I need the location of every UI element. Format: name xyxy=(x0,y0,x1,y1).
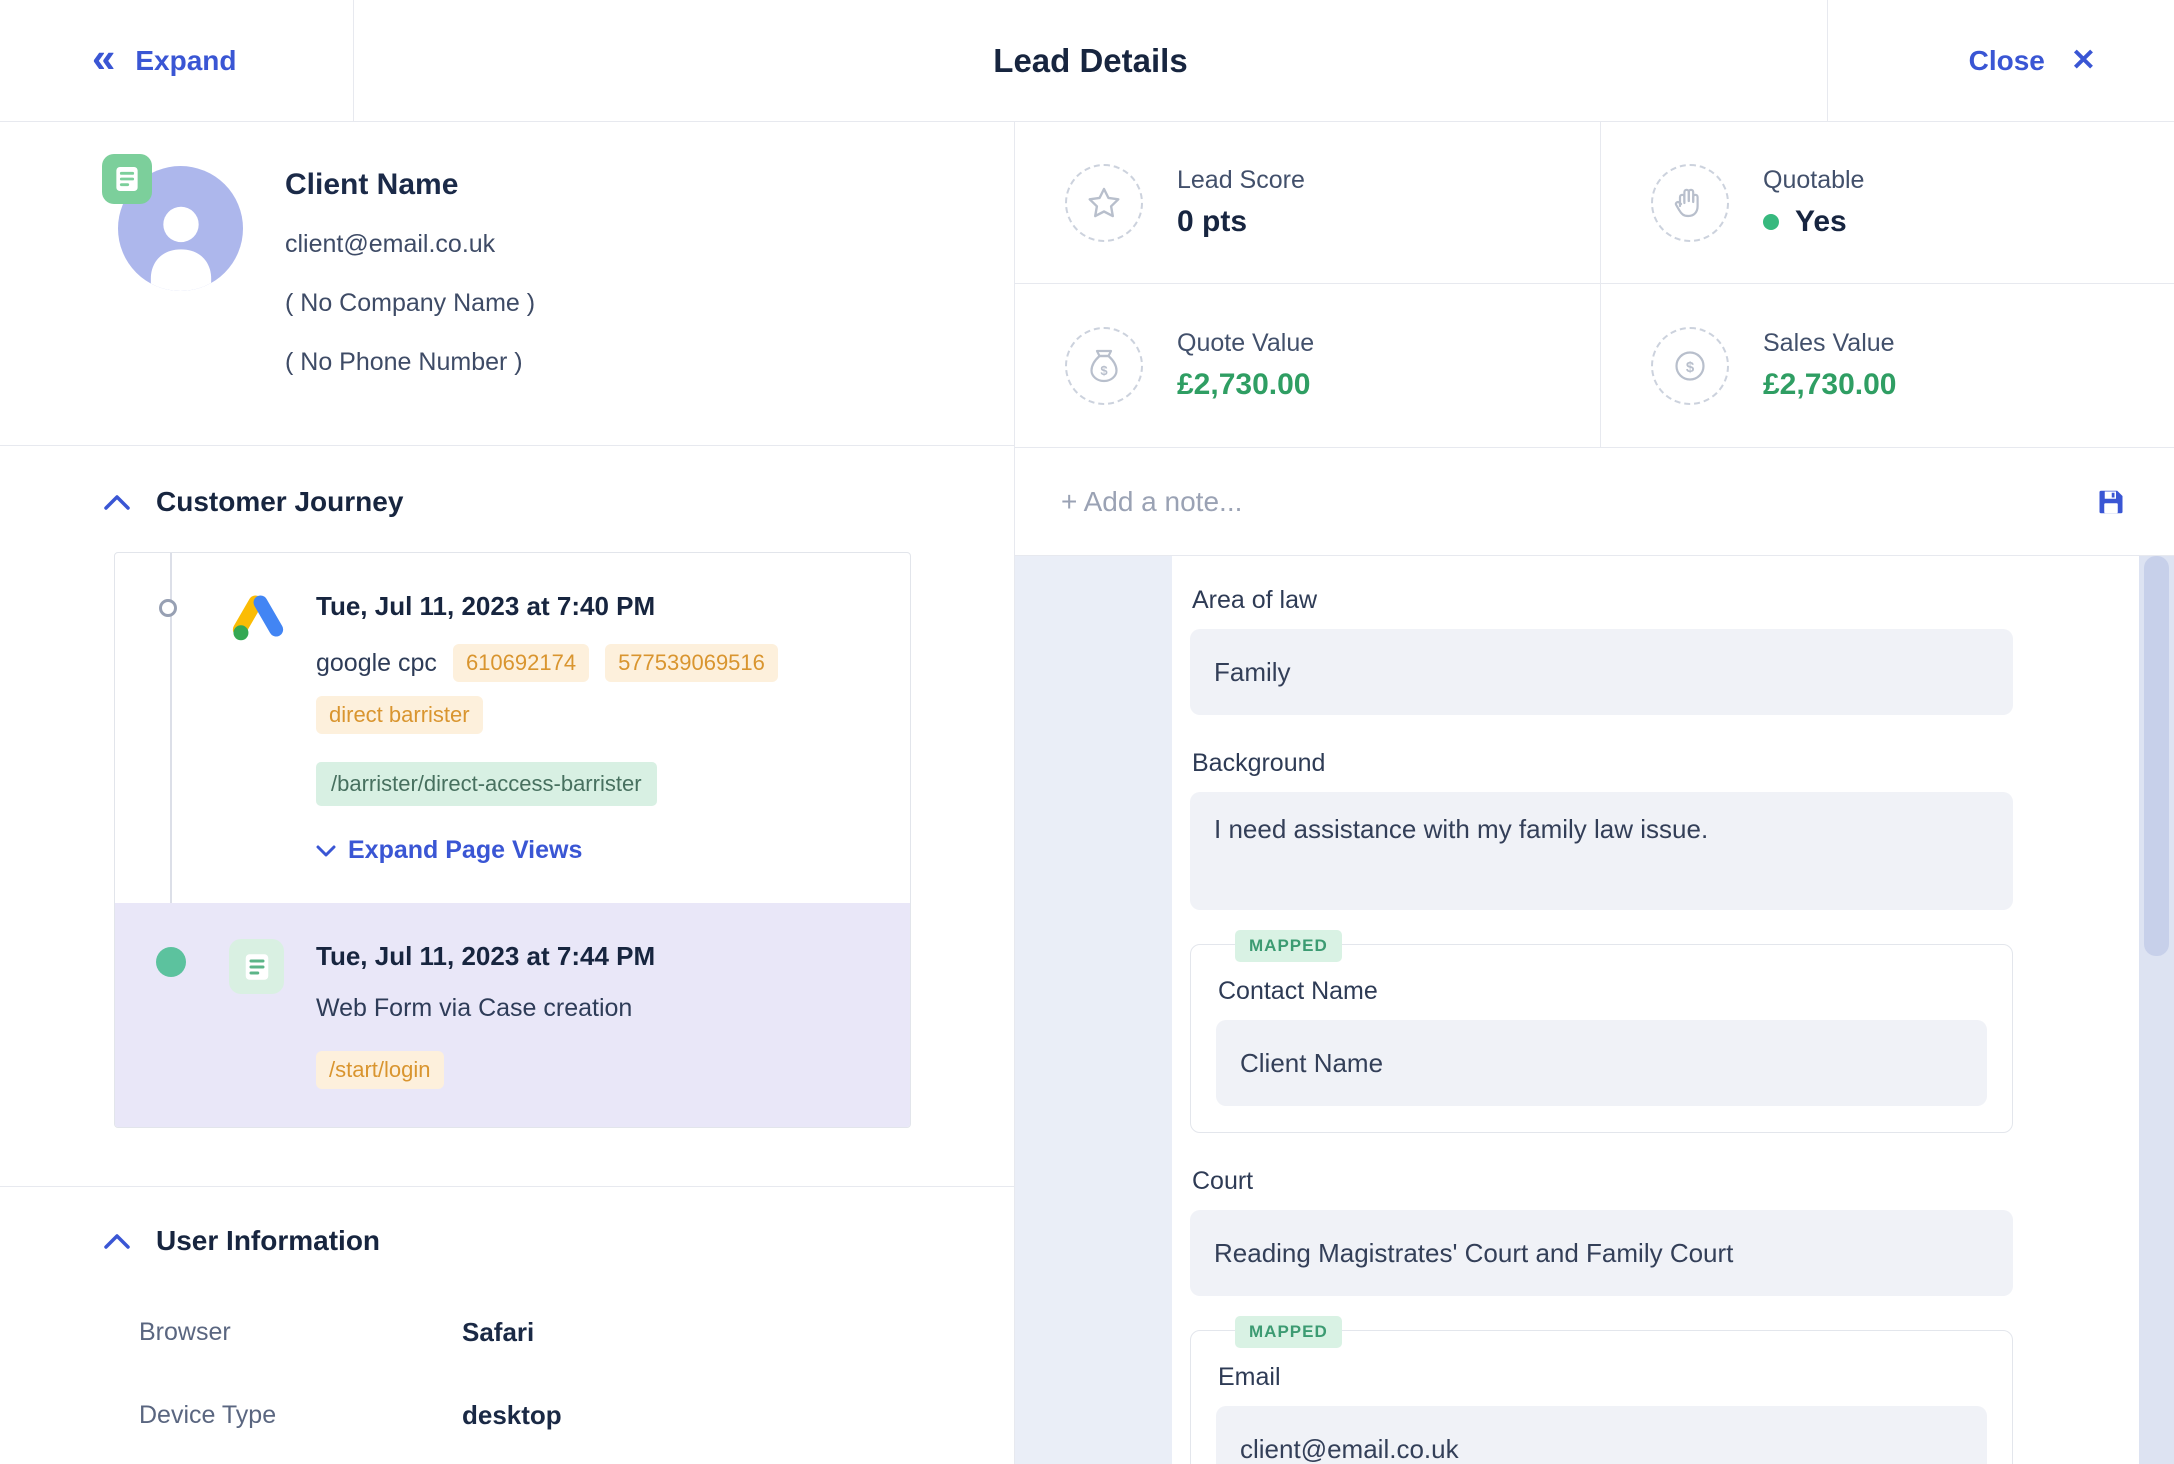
floppy-disk-icon xyxy=(2096,487,2126,517)
page-title: Lead Details xyxy=(993,42,1187,80)
client-name: Client Name xyxy=(285,168,535,202)
client-card: Client Name client@email.co.uk ( No Comp… xyxy=(0,122,1014,446)
svg-text:$: $ xyxy=(1100,363,1108,378)
keyword-badge: direct barrister xyxy=(316,696,483,734)
customer-journey-title: Customer Journey xyxy=(156,486,403,518)
stats-grid: Lead Score 0 pts Quotable xyxy=(1015,122,2174,448)
client-phone: ( No Phone Number ) xyxy=(285,348,535,377)
timeline-event-webform: Tue, Jul 11, 2023 at 7:44 PM Web Form vi… xyxy=(115,903,910,1127)
contact-name-input[interactable]: Client Name xyxy=(1216,1020,1987,1106)
right-column: Lead Score 0 pts Quotable xyxy=(1015,122,2174,1464)
area-of-law-input[interactable]: Family xyxy=(1190,629,2013,715)
mapped-group-contact-name: MAPPED Contact Name Client Name xyxy=(1190,944,2013,1133)
info-label: Device Type xyxy=(139,1401,462,1430)
user-information-title: User Information xyxy=(156,1225,380,1257)
save-note-button[interactable] xyxy=(2096,487,2126,517)
event-timestamp: Tue, Jul 11, 2023 at 7:40 PM xyxy=(316,591,880,622)
landing-page-badge: /barrister/direct-access-barrister xyxy=(316,762,657,806)
event-timestamp: Tue, Jul 11, 2023 at 7:44 PM xyxy=(316,941,880,972)
svg-text:$: $ xyxy=(1686,359,1695,376)
dollar-coin-icon: $ xyxy=(1651,327,1729,405)
stat-label: Lead Score xyxy=(1177,166,1305,195)
field-label: Contact Name xyxy=(1218,977,1987,1006)
info-label: Browser xyxy=(139,1318,462,1347)
chevron-up-icon xyxy=(104,1233,130,1249)
court-input[interactable]: Reading Magistrates' Court and Family Co… xyxy=(1190,1210,2013,1296)
stat-label: Sales Value xyxy=(1763,329,1896,358)
timeline-marker-hollow xyxy=(159,599,177,617)
customer-journey-header[interactable]: Customer Journey xyxy=(0,486,1014,518)
lead-details-panel: « Expand Lead Details Close ✕ xyxy=(0,0,2174,1464)
note-bar xyxy=(1015,448,2174,556)
web-form-icon xyxy=(229,939,284,994)
stat-lead-score: Lead Score 0 pts xyxy=(1015,122,1601,284)
scrollbar-track[interactable] xyxy=(2139,556,2174,1464)
stat-value: 0 pts xyxy=(1177,205,1305,239)
add-note-input[interactable] xyxy=(1061,486,2096,518)
client-email: client@email.co.uk xyxy=(285,230,535,259)
campaign-id-badge: 610692174 xyxy=(453,644,589,682)
timeline-card: Tue, Jul 11, 2023 at 7:40 PM google cpc … xyxy=(114,552,911,1128)
client-company: ( No Company Name ) xyxy=(285,289,535,318)
mapped-badge: MAPPED xyxy=(1235,1316,1342,1348)
chevron-up-icon xyxy=(104,494,130,510)
chevron-down-icon xyxy=(316,845,336,857)
field-court: Court Reading Magistrates' Court and Fam… xyxy=(1190,1167,2013,1296)
hand-icon xyxy=(1651,164,1729,242)
info-row-browser: Browser Safari xyxy=(0,1291,1014,1374)
star-icon xyxy=(1065,164,1143,242)
mapped-group-email: MAPPED Email client@email.co.uk xyxy=(1190,1330,2013,1464)
double-chevron-left-icon: « xyxy=(92,37,115,79)
background-textarea[interactable]: I need assistance with my family law iss… xyxy=(1190,792,2013,910)
close-button[interactable]: Close ✕ xyxy=(1827,0,2174,121)
expand-page-views-button[interactable]: Expand Page Views xyxy=(316,836,582,865)
field-background: Background I need assistance with my fam… xyxy=(1190,749,2013,910)
info-value: desktop xyxy=(462,1400,562,1431)
event-source: Web Form via Case creation xyxy=(316,994,632,1023)
expand-button-label: Expand xyxy=(135,45,236,77)
timeline-marker-filled xyxy=(156,947,186,977)
stat-value: £2,730.00 xyxy=(1763,368,1896,402)
user-information-section: User Information Browser Safari Device T… xyxy=(0,1187,1014,1457)
stat-quote-value: $ Quote Value £2,730.00 xyxy=(1015,284,1601,447)
stat-value: Yes xyxy=(1795,205,1847,239)
user-information-header[interactable]: User Information xyxy=(0,1225,1014,1257)
info-row-device-type: Device Type desktop xyxy=(0,1374,1014,1457)
timeline-event-google: Tue, Jul 11, 2023 at 7:40 PM google cpc … xyxy=(115,553,910,903)
web-form-badge-icon xyxy=(102,154,152,204)
field-label: Background xyxy=(1192,749,2013,778)
close-button-label: Close xyxy=(1969,45,2045,77)
close-icon: ✕ xyxy=(2071,43,2096,78)
stat-label: Quotable xyxy=(1763,166,1864,195)
google-ads-icon xyxy=(227,585,289,652)
money-bag-icon: $ xyxy=(1065,327,1143,405)
left-column: Client Name client@email.co.uk ( No Comp… xyxy=(0,122,1015,1464)
stat-value: £2,730.00 xyxy=(1177,368,1314,402)
field-label: Email xyxy=(1218,1363,1987,1392)
scrollbar-thumb[interactable] xyxy=(2144,556,2169,956)
info-value: Safari xyxy=(462,1317,534,1348)
expand-button[interactable]: « Expand xyxy=(0,0,354,121)
form-area: Area of law Family Background I need ass… xyxy=(1015,556,2174,1464)
expand-page-views-label: Expand Page Views xyxy=(348,836,582,865)
case-form-panel: Area of law Family Background I need ass… xyxy=(1172,556,2139,1464)
field-label: Court xyxy=(1192,1167,2013,1196)
stat-label: Quote Value xyxy=(1177,329,1314,358)
topbar: « Expand Lead Details Close ✕ xyxy=(0,0,2174,122)
field-area-of-law: Area of law Family xyxy=(1190,586,2013,715)
adgroup-id-badge: 577539069516 xyxy=(605,644,778,682)
stat-sales-value: $ Sales Value £2,730.00 xyxy=(1601,284,2174,447)
page-path-badge: /start/login xyxy=(316,1051,444,1089)
status-dot-green xyxy=(1763,214,1779,230)
event-source: google cpc xyxy=(316,649,437,678)
customer-journey-section: Customer Journey xyxy=(0,446,1014,1187)
mapped-badge: MAPPED xyxy=(1235,930,1342,962)
field-label: Area of law xyxy=(1192,586,2013,615)
email-input[interactable]: client@email.co.uk xyxy=(1216,1406,1987,1464)
stat-quotable: Quotable Yes xyxy=(1601,122,2174,284)
